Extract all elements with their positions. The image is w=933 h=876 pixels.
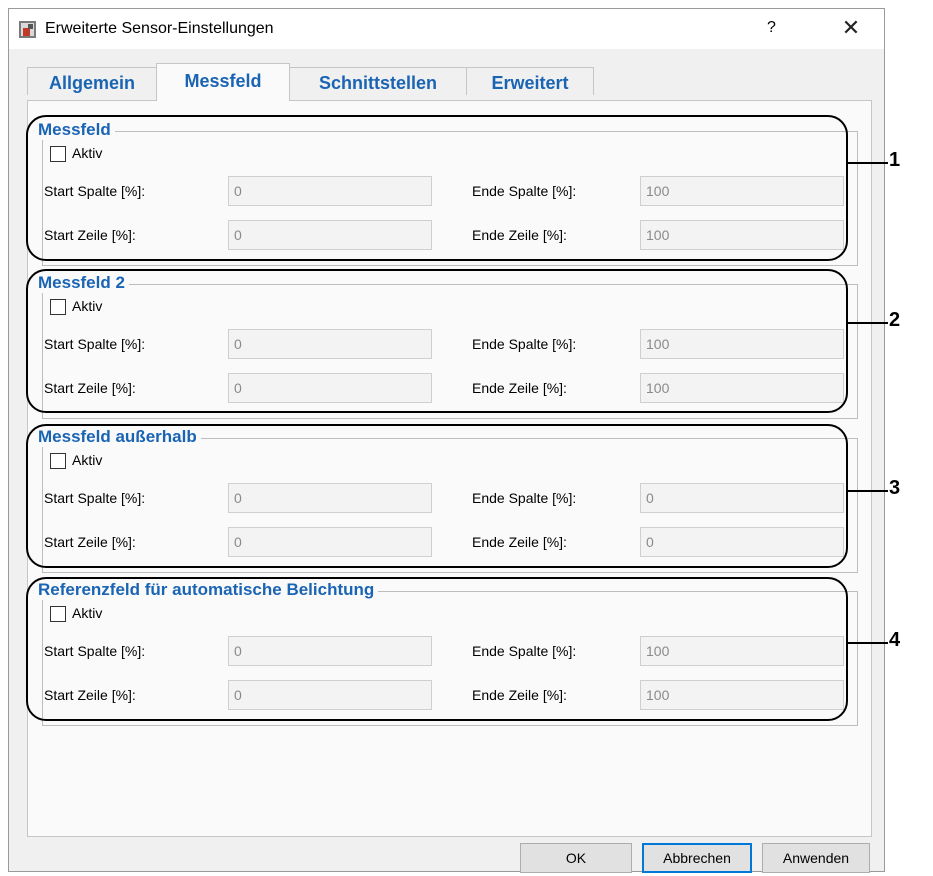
start-spalte-label: Start Spalte [%]: (44, 336, 146, 352)
start-spalte-input[interactable] (228, 329, 432, 359)
aktiv-checkbox[interactable] (50, 146, 66, 162)
tab-erweitert[interactable]: Erweitert (466, 67, 594, 95)
callout-number: 4 (889, 629, 901, 651)
start-zeile-label: Start Zeile [%]: (44, 687, 136, 703)
ende-spalte-input[interactable] (640, 636, 844, 666)
ende-spalte-input[interactable] (640, 329, 844, 359)
aktiv-checkbox[interactable] (50, 453, 66, 469)
group-title: Messfeld außerhalb (36, 427, 201, 447)
tab-schnittstellen[interactable]: Schnittstellen (289, 67, 467, 95)
ende-spalte-input[interactable] (640, 483, 844, 513)
tab-panel: Messfeld Aktiv Start Spalte [%]: Ende Sp… (27, 100, 872, 837)
start-zeile-label: Start Zeile [%]: (44, 380, 136, 396)
title-bar: Erweiterte Sensor-Einstellungen ? ✕ (9, 9, 884, 49)
aktiv-label: Aktiv (72, 298, 103, 314)
ende-zeile-input[interactable] (640, 220, 844, 250)
ende-zeile-label: Ende Zeile [%]: (472, 687, 567, 703)
aktiv-checkbox[interactable] (50, 606, 66, 622)
window-title: Erweiterte Sensor-Einstellungen (45, 20, 274, 37)
ende-zeile-input[interactable] (640, 680, 844, 710)
aktiv-label: Aktiv (72, 452, 103, 468)
start-spalte-input[interactable] (228, 483, 432, 513)
ende-spalte-label: Ende Spalte [%]: (472, 643, 577, 659)
app-icon (19, 21, 36, 38)
start-spalte-label: Start Spalte [%]: (44, 643, 146, 659)
dialog-window: Erweiterte Sensor-Einstellungen ? ✕ Allg… (8, 8, 885, 873)
start-zeile-input[interactable] (228, 220, 432, 250)
group-messfeld: Messfeld Aktiv Start Spalte [%]: Ende Sp… (36, 120, 858, 267)
group-referenzfeld: Referenzfeld für automatische Belichtung… (36, 580, 858, 727)
ende-zeile-label: Ende Zeile [%]: (472, 534, 567, 550)
tab-allgemein[interactable]: Allgemein (27, 67, 157, 95)
callout-number: 1 (889, 149, 901, 171)
callout-leader (848, 322, 888, 324)
group-title: Referenzfeld für automatische Belichtung (36, 580, 379, 600)
callout-number: 3 (889, 477, 901, 499)
callout-leader (848, 642, 888, 644)
ende-zeile-label: Ende Zeile [%]: (472, 380, 567, 396)
group-title: Messfeld 2 (36, 273, 129, 293)
group-messfeld-2: Messfeld 2 Aktiv Start Spalte [%]: Ende … (36, 273, 858, 420)
ende-zeile-input[interactable] (640, 527, 844, 557)
start-zeile-label: Start Zeile [%]: (44, 534, 136, 550)
tab-messfeld[interactable]: Messfeld (156, 63, 290, 101)
aktiv-label: Aktiv (72, 145, 103, 161)
cancel-button[interactable]: Abbrechen (642, 843, 752, 873)
group-messfeld-ausserhalb: Messfeld außerhalb Aktiv Start Spalte [%… (36, 427, 858, 574)
aktiv-label: Aktiv (72, 605, 103, 621)
start-spalte-input[interactable] (228, 636, 432, 666)
group-title: Messfeld (36, 120, 115, 140)
start-spalte-label: Start Spalte [%]: (44, 183, 146, 199)
aktiv-checkbox[interactable] (50, 299, 66, 315)
start-zeile-input[interactable] (228, 373, 432, 403)
callout-leader (848, 162, 888, 164)
start-spalte-input[interactable] (228, 176, 432, 206)
start-zeile-label: Start Zeile [%]: (44, 227, 136, 243)
start-zeile-input[interactable] (228, 527, 432, 557)
callout-number: 2 (889, 309, 901, 331)
close-button[interactable]: ✕ (833, 14, 869, 44)
ende-spalte-label: Ende Spalte [%]: (472, 336, 577, 352)
ende-spalte-input[interactable] (640, 176, 844, 206)
ende-zeile-label: Ende Zeile [%]: (472, 227, 567, 243)
start-spalte-label: Start Spalte [%]: (44, 490, 146, 506)
ende-spalte-label: Ende Spalte [%]: (472, 183, 577, 199)
help-button[interactable]: ? (767, 19, 776, 37)
start-zeile-input[interactable] (228, 680, 432, 710)
apply-button[interactable]: Anwenden (762, 843, 870, 873)
callout-leader (848, 490, 888, 492)
ende-spalte-label: Ende Spalte [%]: (472, 490, 577, 506)
ok-button[interactable]: OK (520, 843, 632, 873)
ende-zeile-input[interactable] (640, 373, 844, 403)
